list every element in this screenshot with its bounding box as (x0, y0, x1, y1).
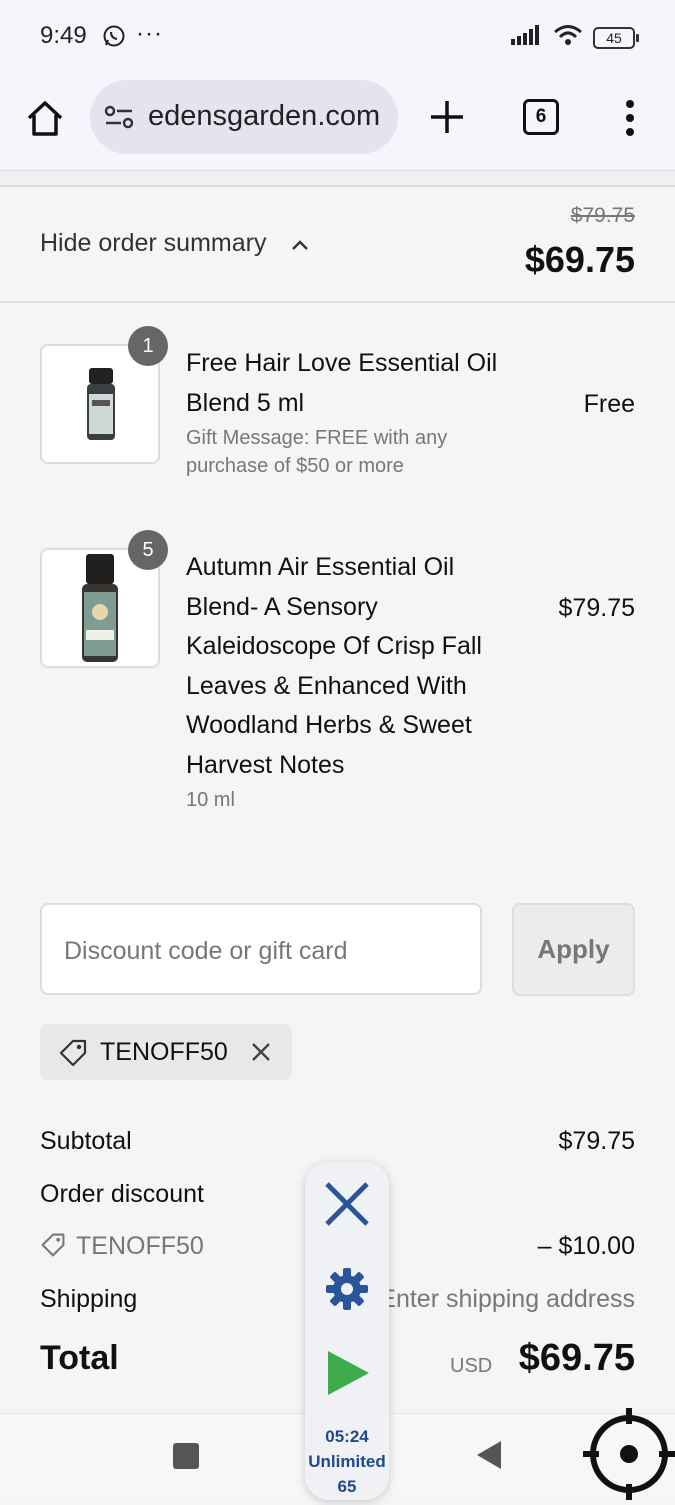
item-detail: 10 ml (186, 789, 235, 811)
status-bar: 9:49 ··· 45 (0, 0, 675, 70)
crosshair-icon[interactable] (583, 1408, 675, 1505)
tab-switcher-button[interactable]: 6 (523, 99, 559, 135)
close-icon[interactable] (321, 1178, 373, 1235)
total-value: $69.75 (518, 1337, 635, 1379)
applied-code-label: TENOFF50 (100, 1038, 228, 1066)
whatsapp-icon (102, 24, 126, 53)
signal-icon (511, 25, 543, 50)
battery-icon: 45 (593, 26, 639, 49)
url-bar[interactable]: edensgarden.com (90, 80, 398, 154)
overlay-status: 05:24 Unlimited 65 (305, 1424, 389, 1499)
divider (0, 171, 675, 187)
browser-toolbar: edensgarden.com 6 (0, 70, 675, 171)
count-label: 65 (337, 1477, 357, 1496)
list-item: 1 Free Hair Love Essential Oil Blend 5 m… (40, 326, 635, 484)
timer-label: 05:24 (325, 1427, 369, 1446)
site-settings-icon[interactable] (104, 104, 136, 137)
more-notifications-icon: ··· (136, 20, 163, 47)
status-icons: 45 (511, 24, 639, 51)
wifi-icon (553, 24, 583, 51)
recents-button[interactable] (173, 1443, 199, 1469)
applied-discount-chip: TENOFF50 (40, 1024, 292, 1080)
order-discount-label: Order discount (40, 1180, 204, 1208)
discount-code-input[interactable]: Discount code or gift card (40, 903, 482, 995)
subtotal-label: Subtotal (40, 1127, 132, 1155)
discount-code-label: TENOFF50 (76, 1232, 204, 1260)
total-label: Total (40, 1339, 119, 1377)
tag-icon (58, 1038, 88, 1073)
tag-icon (40, 1232, 66, 1263)
quantity-badge: 1 (128, 326, 168, 366)
item-price: $79.75 (558, 594, 635, 622)
chevron-up-icon[interactable] (290, 238, 310, 257)
back-button[interactable] (475, 1439, 503, 1476)
shipping-label: Shipping (40, 1285, 138, 1313)
item-name: Autumn Air Essential Oil Blend- A Sensor… (186, 553, 482, 779)
shipping-value: Enter shipping address (379, 1285, 635, 1313)
currency-label: USD (450, 1355, 493, 1377)
url-text: edensgarden.com (148, 100, 381, 132)
apply-button[interactable]: Apply (512, 903, 635, 996)
automation-overlay: 05:24 Unlimited 65 (305, 1162, 389, 1500)
subtotal-value: $79.75 (558, 1127, 635, 1155)
quantity-badge: 5 (128, 530, 168, 570)
play-icon[interactable] (325, 1349, 371, 1402)
order-summary-header[interactable]: Hide order summary $79.75 $69.75 (0, 187, 675, 303)
original-price: $79.75 (570, 204, 635, 227)
plan-label: Unlimited (308, 1452, 386, 1471)
discount-value: – $10.00 (537, 1232, 635, 1260)
status-time: 9:49 (40, 22, 87, 49)
hide-order-summary-toggle[interactable]: Hide order summary (40, 229, 266, 258)
summary-total-price: $69.75 (524, 239, 635, 280)
item-price: Free (583, 390, 635, 418)
new-tab-icon[interactable] (428, 98, 466, 136)
more-menu-icon[interactable] (620, 98, 640, 138)
item-name: Free Hair Love Essential Oil Blend 5 ml (186, 349, 498, 417)
gear-icon[interactable] (325, 1267, 369, 1316)
home-icon[interactable] (24, 98, 66, 140)
close-icon[interactable] (250, 1041, 272, 1068)
item-detail: Gift Message: FREE with any purchase of … (186, 427, 448, 477)
list-item: 5 Autumn Air Essential Oil Blend- A Sens… (40, 530, 635, 818)
